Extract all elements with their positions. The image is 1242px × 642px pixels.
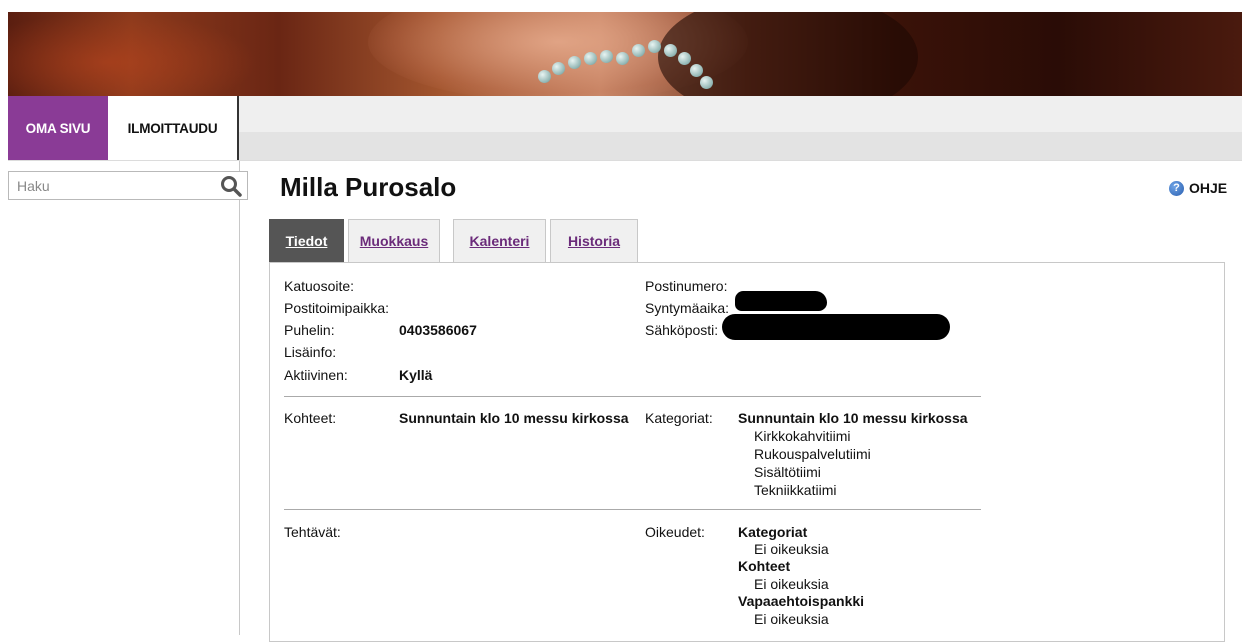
redacted-email <box>722 314 950 340</box>
tab-kalenteri[interactable]: Kalenteri <box>453 219 546 262</box>
search-input[interactable] <box>15 175 209 197</box>
aktiivinen-value: Kyllä <box>399 367 433 383</box>
tab-muokkaus[interactable]: Muokkaus <box>348 219 440 262</box>
divider <box>284 509 981 510</box>
page-title: Milla Purosalo <box>280 172 457 202</box>
kohteet-value: Sunnuntain klo 10 messu kirkossa <box>399 410 629 426</box>
syntymaaika-label: Syntymäaika: <box>645 300 730 316</box>
permission-group-value: Ei oikeuksia <box>754 611 829 627</box>
tehtavat-label: Tehtävät: <box>284 524 341 540</box>
kategoria-item: Tekniikkatiimi <box>754 482 837 498</box>
postitoimipaikka-label: Postitoimipaikka: <box>284 300 390 316</box>
kategoria-item: Kirkkokahvitiimi <box>754 428 851 444</box>
permission-group-value: Ei oikeuksia <box>754 576 829 592</box>
puhelin-value: 0403586067 <box>399 322 477 338</box>
help-link[interactable]: ? OHJE <box>1169 180 1227 196</box>
main-nav: OMA SIVU ILMOITTAUDU <box>8 96 1242 161</box>
permission-group-value: Ei oikeuksia <box>754 541 829 557</box>
kategoriat-label: Kategoriat: <box>645 410 713 426</box>
kategoria-item: Sisältötiimi <box>754 464 821 480</box>
permission-group-heading: Vapaaehtoispankki <box>738 593 865 609</box>
puhelin-label: Puhelin: <box>284 322 335 338</box>
kohteet-label: Kohteet: <box>284 410 337 426</box>
search-icon[interactable] <box>219 174 243 198</box>
nav-tab-ilmoittaudu[interactable]: ILMOITTAUDU <box>108 96 239 160</box>
header-banner-image <box>8 12 1242 96</box>
sahkoposti-label: Sähköposti: <box>645 322 719 338</box>
lisainfo-label: Lisäinfo: <box>284 344 337 360</box>
redacted-birthdate <box>735 291 827 311</box>
help-question-icon: ? <box>1169 180 1184 196</box>
katuosoite-label: Katuosoite: <box>284 278 355 294</box>
permission-group-heading: Kohteet <box>738 558 791 574</box>
search-box <box>8 171 248 200</box>
divider <box>284 396 981 397</box>
tab-tiedot[interactable]: Tiedot <box>269 219 344 262</box>
kategoriat-heading: Sunnuntain klo 10 messu kirkossa <box>738 410 968 426</box>
nav-tab-oma-sivu[interactable]: OMA SIVU <box>8 96 108 160</box>
oikeudet-label: Oikeudet: <box>645 524 705 540</box>
aktiivinen-label: Aktiivinen: <box>284 367 348 383</box>
help-label: OHJE <box>1189 180 1228 196</box>
kategoria-item: Rukouspalvelutiimi <box>754 446 871 462</box>
permission-group-heading: Kategoriat <box>738 524 808 540</box>
left-sidebar <box>8 161 248 635</box>
details-panel: Katuosoite: Postitoimipaikka: Puhelin: 0… <box>269 262 1225 642</box>
postinumero-label: Postinumero: <box>645 278 728 294</box>
tab-historia[interactable]: Historia <box>550 219 638 262</box>
